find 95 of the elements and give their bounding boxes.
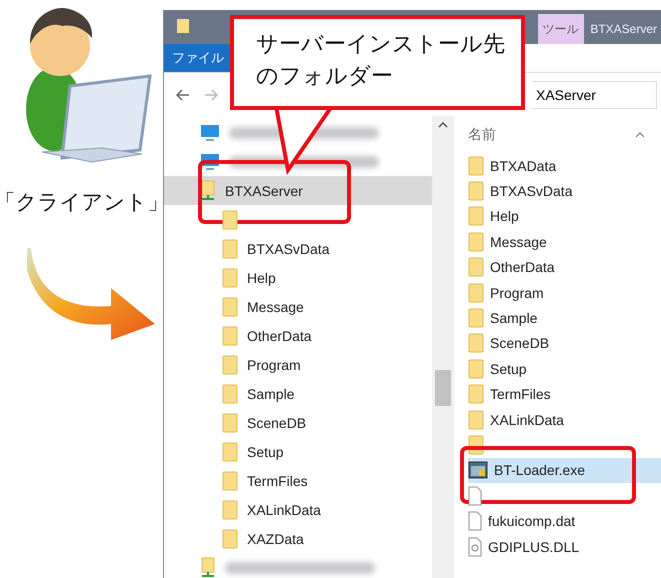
- file-item[interactable]: Message: [468, 229, 661, 255]
- nav-item[interactable]: XALinkData: [164, 495, 432, 524]
- file-name: BT-Loader.exe: [494, 462, 586, 478]
- folder-icon: [468, 232, 484, 252]
- column-header[interactable]: 名前: [468, 126, 496, 144]
- file-item[interactable]: BTXASvData: [468, 178, 661, 204]
- network-folder-icon: [200, 180, 216, 202]
- file-item[interactable]: BT-Loader.exe: [468, 458, 661, 484]
- file-name: Setup: [490, 360, 527, 377]
- file-item[interactable]: XALinkData: [468, 406, 661, 432]
- file-item[interactable]: OtherData: [468, 254, 661, 280]
- back-arrow-icon[interactable]: [176, 88, 190, 100]
- folder-icon: [222, 500, 238, 520]
- folder-icon: [468, 282, 484, 303]
- file-name: fukuicomp.dat: [488, 513, 576, 530]
- file-name: OtherData: [490, 259, 555, 276]
- folder-icon: [222, 412, 238, 432]
- sort-caret-icon: [635, 132, 645, 138]
- nav-item-label: BTXAServer: [225, 182, 303, 198]
- title-tab[interactable]: ツール: [538, 14, 584, 44]
- curved-arrow-icon: [26, 246, 156, 341]
- computer-icon: [200, 124, 220, 142]
- file-tab[interactable]: ファイル: [164, 44, 232, 72]
- folder-icon: [222, 470, 238, 490]
- nav-item[interactable]: SceneDB: [164, 408, 432, 437]
- folder-icon: [222, 528, 238, 548]
- title-tab[interactable]: BTXAServer: [584, 14, 661, 44]
- folder-icon: [468, 156, 484, 176]
- nav-item[interactable]: BTXAServer: [164, 176, 432, 205]
- folder-icon: [222, 442, 238, 462]
- folder-icon: [222, 354, 238, 374]
- network-folder-icon: [200, 556, 216, 578]
- file-item[interactable]: Sample: [468, 305, 661, 331]
- folder-icon: [222, 296, 238, 316]
- nav-item[interactable]: BTXASvData: [164, 234, 432, 263]
- file-item[interactable]: TermFiles: [468, 382, 661, 407]
- callout-text: サーバーインストール先: [256, 31, 506, 59]
- file-name: TermFiles: [490, 386, 551, 402]
- file-name: SceneDB: [490, 335, 550, 352]
- file-name: BTXASvData: [490, 183, 572, 200]
- nav-item[interactable]: OtherData: [164, 321, 432, 350]
- nav-item-label: Program: [247, 356, 301, 372]
- file-icon: [468, 486, 482, 506]
- file-name: XALinkData: [490, 412, 564, 428]
- folder-icon: [468, 410, 484, 430]
- nav-item[interactable]: Setup: [164, 437, 432, 466]
- file-item[interactable]: Help: [468, 204, 661, 230]
- folder-icon: [468, 308, 484, 328]
- nav-item[interactable]: Program: [164, 350, 432, 379]
- nav-item-label: Message: [247, 298, 304, 314]
- nav-item-label: TermFiles: [247, 472, 308, 488]
- file-name: BTXAData: [490, 158, 556, 174]
- file-name: Sample: [490, 310, 538, 326]
- file-item[interactable]: fukuicomp.dat: [468, 508, 661, 534]
- folder-icon: [222, 238, 238, 258]
- file-item[interactable]: Program: [468, 280, 661, 306]
- nav-item-label: XALinkData: [247, 502, 321, 518]
- nav-item-label: OtherData: [247, 328, 312, 344]
- scroll-thumb[interactable]: [435, 370, 451, 406]
- nav-item[interactable]: Help: [164, 263, 432, 292]
- file-name: GDIPLUS.DLL: [488, 538, 580, 555]
- folder-icon: [468, 206, 484, 226]
- file-name: Message: [490, 234, 547, 250]
- folder-icon: [176, 18, 190, 38]
- file-name: Help: [490, 208, 519, 224]
- folder-icon: [468, 257, 484, 278]
- nav-item-label: Setup: [247, 444, 284, 460]
- folder-icon: [468, 384, 484, 404]
- nav-item[interactable]: TermFiles: [164, 466, 432, 495]
- gear-file-icon: [468, 536, 482, 557]
- nav-item-label: BTXASvData: [247, 240, 330, 256]
- nav-item[interactable]: XAZData: [164, 524, 432, 553]
- folder-icon: [468, 358, 484, 379]
- callout-text: のフォルダー: [256, 63, 394, 91]
- folder-icon: [222, 384, 238, 404]
- folder-icon: [222, 268, 238, 288]
- folder-icon: [468, 333, 484, 354]
- application-icon: [468, 460, 488, 480]
- file-item[interactable]: GDIPLUS.DLL: [468, 534, 661, 560]
- address-field[interactable]: XAServer: [532, 80, 657, 108]
- folder-icon: [468, 181, 484, 202]
- nav-item-label: SceneDB: [247, 414, 306, 430]
- file-name: Program: [490, 284, 544, 301]
- file-icon: [468, 511, 482, 532]
- file-item[interactable]: Setup: [468, 356, 661, 382]
- nav-item-label: Sample: [247, 386, 294, 402]
- file-item[interactable]: SceneDB: [468, 330, 661, 356]
- nav-item-label: Help: [247, 270, 276, 286]
- folder-icon: [222, 326, 238, 346]
- nav-item-label: XAZData: [247, 530, 304, 546]
- nav-item[interactable]: Sample: [164, 379, 432, 408]
- nav-item[interactable]: Message: [164, 292, 432, 321]
- folder-icon: [222, 210, 238, 230]
- file-item[interactable]: BTXAData: [468, 153, 661, 178]
- scroll-up-icon[interactable]: [438, 122, 448, 128]
